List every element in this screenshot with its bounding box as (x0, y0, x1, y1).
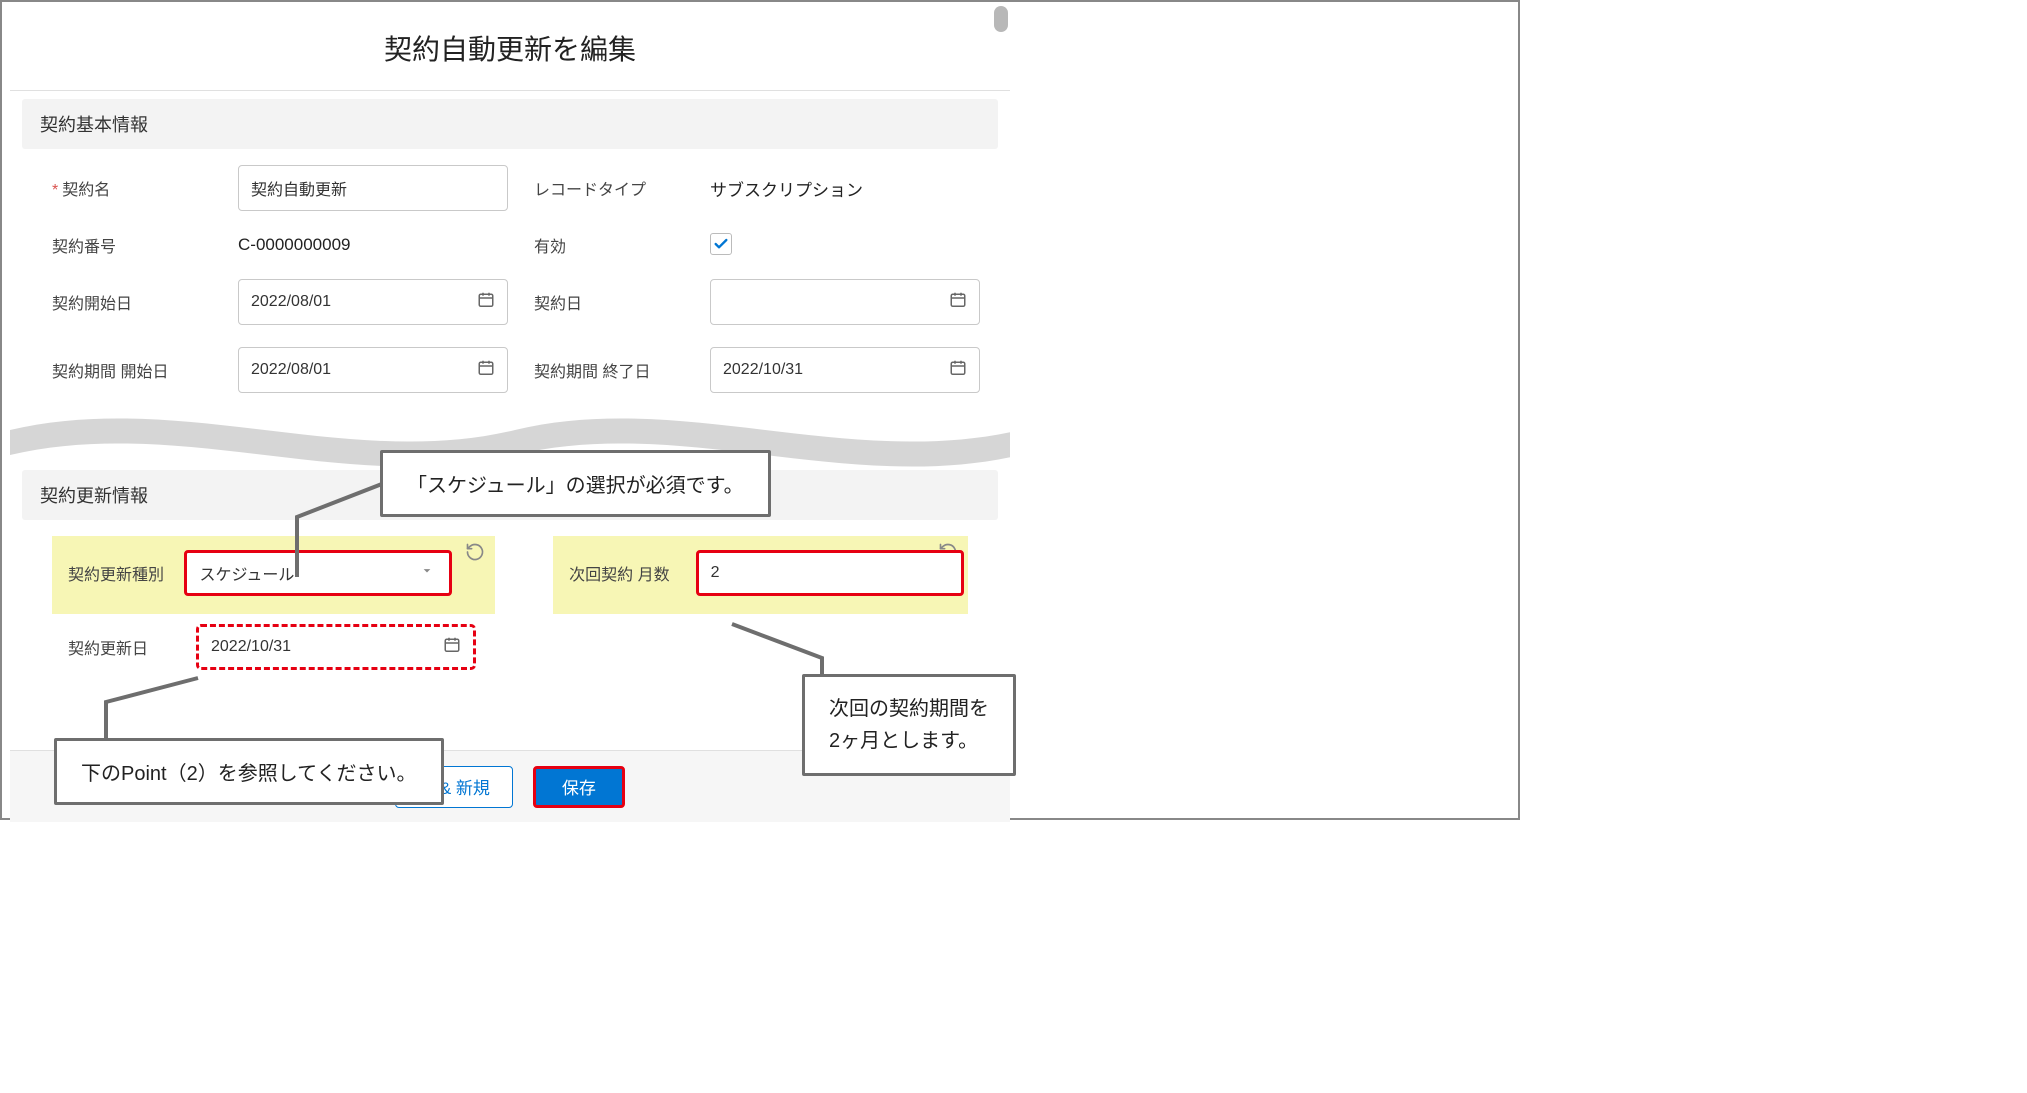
undo-icon[interactable] (465, 542, 485, 567)
input-period-end[interactable]: 2022/10/31 (710, 347, 980, 393)
callout-next-period-line1: 次回の契約期間を (829, 693, 989, 725)
label-active: 有効 (534, 233, 684, 257)
label-renew-type: 契約更新種別 (52, 561, 180, 585)
input-next-months-value: 2 (711, 564, 720, 582)
divider (10, 90, 1010, 91)
calendar-icon (949, 359, 967, 382)
scrollbar-thumb[interactable] (994, 6, 1008, 32)
input-start-date[interactable]: 2022/08/01 (238, 279, 508, 325)
calendar-icon (949, 291, 967, 314)
save-button[interactable]: 保存 (533, 766, 625, 808)
input-next-months[interactable]: 2 (696, 550, 964, 596)
label-period-start: 契約期間 開始日 (52, 358, 212, 382)
checkbox-active[interactable] (710, 233, 732, 255)
save-label: 保存 (562, 774, 596, 799)
calendar-icon (477, 291, 495, 314)
label-renew-date: 契約更新日 (52, 635, 196, 659)
basic-info-grid: 契約名 契約自動更新 レコードタイプ サブスクリプション 契約番号 C-0000… (10, 165, 1010, 409)
input-contract-name[interactable]: 契約自動更新 (238, 165, 508, 211)
label-record-type: レコードタイプ (534, 176, 684, 200)
callout-next-period-line2: 2ヶ月とします。 (829, 725, 989, 757)
callout-schedule-required-text: 「スケジュール」の選択が必須です。 (407, 475, 744, 497)
label-contract-date: 契約日 (534, 290, 684, 314)
input-contract-name-value: 契約自動更新 (251, 176, 347, 200)
calendar-icon (443, 636, 461, 659)
callout-see-point2: 下のPoint（2）を参照してください。 (54, 738, 444, 805)
input-contract-date[interactable] (710, 279, 980, 325)
input-renew-date[interactable]: 2022/10/31 (196, 624, 476, 670)
value-contract-number: C-0000000009 (238, 235, 508, 255)
label-start-date: 契約開始日 (52, 290, 212, 314)
input-period-end-value: 2022/10/31 (723, 361, 803, 379)
check-icon (713, 236, 729, 252)
modal-title: 契約自動更新を編集 (10, 2, 1010, 90)
label-period-end: 契約期間 終了日 (534, 358, 684, 382)
callout-schedule-required: 「スケジュール」の選択が必須です。 (380, 450, 771, 517)
callout-see-point2-text: 下のPoint（2）を参照してください。 (81, 763, 417, 785)
label-contract-number: 契約番号 (52, 233, 212, 257)
value-record-type: サブスクリプション (710, 176, 980, 201)
input-renew-date-value: 2022/10/31 (211, 638, 291, 656)
section-header-basic: 契約基本情報 (22, 99, 998, 149)
callout-next-period: 次回の契約期間を 2ヶ月とします。 (802, 674, 1016, 776)
chevron-down-icon (419, 563, 435, 584)
input-start-date-value: 2022/08/01 (251, 293, 331, 311)
select-renew-type-value: スケジュール (199, 561, 294, 585)
label-contract-name: 契約名 (52, 176, 212, 200)
input-period-start[interactable]: 2022/08/01 (238, 347, 508, 393)
input-period-start-value: 2022/08/01 (251, 361, 331, 379)
calendar-icon (477, 359, 495, 382)
highlight-next-months: 次回契約 月数 2 (553, 536, 968, 614)
highlight-renew-type: 契約更新種別 スケジュール (52, 536, 495, 614)
label-next-months: 次回契約 月数 (553, 561, 691, 585)
